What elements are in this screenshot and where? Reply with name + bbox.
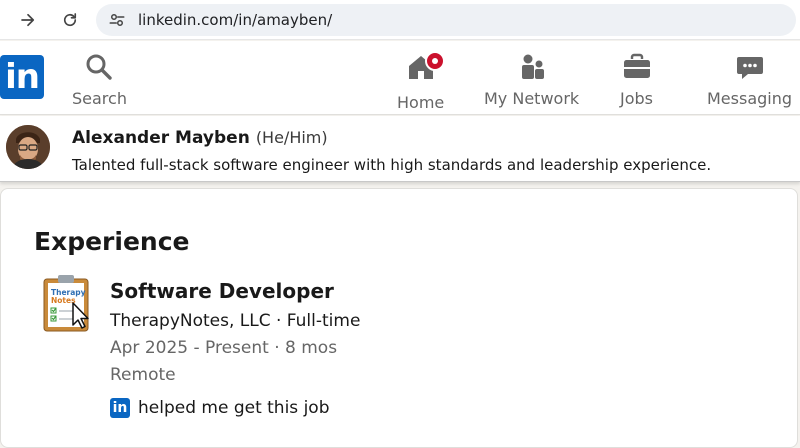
site-settings-icon[interactable] — [106, 9, 128, 31]
job-title[interactable]: Software Developer — [110, 279, 334, 303]
experience-card: Experience Therapy Notes Software Develo… — [0, 188, 798, 448]
url-text[interactable]: linkedin.com/in/amayben/ — [138, 11, 332, 29]
nav-jobs[interactable]: Jobs — [620, 51, 653, 108]
notification-badge — [424, 51, 445, 71]
browser-toolbar: linkedin.com/in/amayben/ — [0, 0, 800, 40]
nav-home[interactable]: Home — [397, 51, 445, 112]
nav-messaging[interactable]: Messaging — [707, 51, 792, 108]
job-company: TherapyNotes, LLC · Full-time — [110, 311, 361, 331]
nav-jobs-label: Jobs — [620, 89, 653, 108]
company-logo[interactable]: Therapy Notes — [41, 273, 93, 333]
reload-icon — [63, 12, 77, 26]
linkedin-header: in Search Home My Network Jobs Messaging — [0, 41, 800, 115]
reload-button[interactable] — [56, 6, 84, 34]
linkedin-logo[interactable]: in — [0, 55, 44, 99]
nav-search-label: Search — [72, 89, 127, 108]
linkedin-small-icon: in — [110, 398, 130, 418]
section-title: Experience — [34, 227, 190, 256]
forward-button[interactable] — [14, 6, 42, 34]
job-dates: Apr 2025 - Present · 8 mos — [110, 338, 338, 358]
profile-name: Alexander Mayben (He/Him) — [72, 128, 328, 148]
nav-home-label: Home — [397, 93, 445, 112]
arrow-right-icon — [21, 13, 35, 26]
profile-name-text: Alexander Mayben — [72, 128, 250, 148]
messaging-icon — [736, 57, 763, 79]
helped-text: helped me get this job — [138, 398, 330, 418]
nav-my-network-label: My Network — [484, 89, 580, 108]
network-icon — [521, 54, 544, 79]
address-bar[interactable]: linkedin.com/in/amayben/ — [96, 3, 796, 36]
profile-pronouns: (He/Him) — [255, 128, 328, 147]
briefcase-icon — [623, 53, 650, 78]
search-icon — [86, 54, 113, 80]
nav-search[interactable]: Search — [72, 51, 127, 108]
profile-headline: Talented full-stack software engineer wi… — [72, 156, 712, 174]
job-location: Remote — [110, 365, 176, 385]
nav-messaging-label: Messaging — [707, 89, 793, 108]
helped-get-job: in helped me get this job — [110, 398, 329, 418]
nav-my-network[interactable]: My Network — [484, 51, 579, 108]
profile-sticky-header: Alexander Mayben (He/Him) Talented full-s… — [0, 116, 800, 182]
avatar[interactable] — [6, 125, 50, 169]
